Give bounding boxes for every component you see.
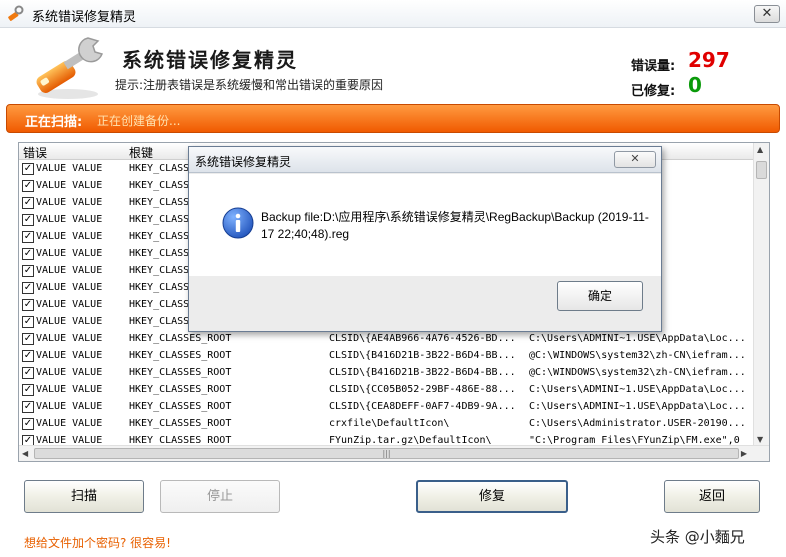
row-checkbox[interactable]: ✓ bbox=[22, 401, 34, 413]
cell-key: CLSID\{AE4AB966-4A76-4526-BD... bbox=[329, 333, 516, 344]
cell-error: VALUE VALUE bbox=[36, 265, 103, 276]
cell-root: HKEY_CLASSES_ROOT bbox=[129, 384, 232, 395]
app-wrench-icon bbox=[8, 5, 24, 21]
cell-error: VALUE VALUE bbox=[36, 299, 103, 310]
cell-value: @C:\WINDOWS\system32\zh-CN\iefram... bbox=[529, 367, 746, 378]
row-checkbox[interactable]: ✓ bbox=[22, 316, 34, 328]
horizontal-scrollbar[interactable]: ◀ ||| ▶ bbox=[19, 445, 769, 461]
row-checkbox[interactable]: ✓ bbox=[22, 197, 34, 209]
vertical-scroll-thumb[interactable] bbox=[756, 161, 767, 179]
cell-value: @C:\WINDOWS\system32\zh-CN\iefram... bbox=[529, 350, 746, 361]
row-checkbox[interactable]: ✓ bbox=[22, 384, 34, 396]
dialog-message: Backup file:D:\应用程序\系统错误修复精灵\RegBackup\B… bbox=[261, 210, 649, 241]
scan-message: 正在创建备份... bbox=[97, 114, 181, 128]
cell-value: C:\Users\ADMINI~1.USE\AppData\Loc... bbox=[529, 333, 746, 344]
cell-root: HKEY_CLASSES_ROOT bbox=[129, 350, 232, 361]
row-checkbox[interactable]: ✓ bbox=[22, 367, 34, 379]
window-title: 系统错误修复精灵 bbox=[32, 10, 137, 25]
row-checkbox[interactable]: ✓ bbox=[22, 333, 34, 345]
fixed-label: 已修复: bbox=[631, 84, 676, 99]
column-header-root[interactable]: 根键 bbox=[129, 144, 153, 161]
cell-key: CLSID\{B416D21B-3B22-B6D4-BB... bbox=[329, 367, 516, 378]
repair-button[interactable]: 修复 bbox=[416, 480, 568, 513]
hint-text: 提示:注册表错误是系统缓慢和常出错误的重要原因 bbox=[115, 78, 384, 92]
window-titlebar: 系统错误修复精灵 ✕ bbox=[0, 0, 786, 28]
back-button[interactable]: 返回 bbox=[664, 480, 760, 513]
cell-error: VALUE VALUE bbox=[36, 248, 103, 259]
window-close-button[interactable]: ✕ bbox=[754, 5, 780, 23]
scan-button[interactable]: 扫描 bbox=[24, 480, 144, 513]
column-header-error[interactable]: 错误 bbox=[23, 144, 47, 161]
wrench-logo-icon bbox=[36, 37, 103, 99]
fixed-count: 0 bbox=[688, 73, 702, 97]
table-row[interactable]: ✓ VALUE VALUE HKEY_CLASSES_ROOT CLSID\{B416… bbox=[19, 348, 754, 365]
scroll-down-icon[interactable]: ▼ bbox=[757, 435, 763, 444]
row-checkbox[interactable]: ✓ bbox=[22, 180, 34, 192]
promo-link[interactable]: 想给文件加个密码? 很容易! bbox=[24, 534, 171, 551]
app-header: 系统错误修复精灵 提示:注册表错误是系统缓慢和常出错误的重要原因 错误量: 29… bbox=[0, 28, 786, 104]
cell-error: VALUE VALUE bbox=[36, 197, 103, 208]
errors-label: 错误量: bbox=[631, 59, 676, 74]
cell-value: C:\Users\ADMINI~1.USE\AppData\Loc... bbox=[529, 401, 746, 412]
cell-root: HKEY_CLASSES_ROOT bbox=[129, 333, 232, 344]
cell-error: VALUE VALUE bbox=[36, 316, 103, 327]
row-checkbox[interactable]: ✓ bbox=[22, 299, 34, 311]
scroll-right-icon[interactable]: ▶ bbox=[741, 449, 747, 458]
horizontal-scroll-thumb[interactable]: ||| bbox=[34, 448, 739, 459]
row-checkbox[interactable]: ✓ bbox=[22, 214, 34, 226]
table-row[interactable]: ✓ VALUE VALUE HKEY_CLASSES_ROOT CLSID\{CEA8… bbox=[19, 399, 754, 416]
cell-error: VALUE VALUE bbox=[36, 367, 103, 378]
dialog-titlebar: 系统错误修复精灵 ✕ bbox=[189, 147, 661, 173]
cell-key: CLSID\{CEA8DEFF-0AF7-4DB9-9A... bbox=[329, 401, 516, 412]
cell-root: HKEY_CLASSES_ROOT bbox=[129, 401, 232, 412]
row-checkbox[interactable]: ✓ bbox=[22, 248, 34, 260]
row-checkbox[interactable]: ✓ bbox=[22, 265, 34, 277]
cell-value: C:\Users\Administrator.USER-20190... bbox=[529, 418, 746, 429]
cell-error: VALUE VALUE bbox=[36, 231, 103, 242]
cell-key: CLSID\{B416D21B-3B22-B6D4-BB... bbox=[329, 350, 516, 361]
table-row[interactable]: ✓ VALUE VALUE HKEY_CLASSES_ROOT CLSID\{CC05… bbox=[19, 382, 754, 399]
dialog-body: Backup file:D:\应用程序\系统错误修复精灵\RegBackup\B… bbox=[189, 174, 661, 276]
cell-key: crxfile\DefaultIcon\ bbox=[329, 418, 450, 429]
cell-key: CLSID\{CC05B052-29BF-486E-88... bbox=[329, 384, 516, 395]
cell-error: VALUE VALUE bbox=[36, 163, 103, 174]
cell-error: VALUE VALUE bbox=[36, 282, 103, 293]
row-checkbox[interactable]: ✓ bbox=[22, 231, 34, 243]
table-row[interactable]: ✓ VALUE VALUE HKEY_CLASSES_ROOT CLSID\{AE4A… bbox=[19, 331, 754, 348]
cell-error: VALUE VALUE bbox=[36, 214, 103, 225]
scroll-left-icon[interactable]: ◀ bbox=[22, 449, 28, 458]
errors-count: 297 bbox=[688, 48, 730, 72]
dialog-title: 系统错误修复精灵 bbox=[195, 155, 292, 169]
table-row[interactable]: ✓ VALUE VALUE HKEY_CLASSES_ROOT crxfile\Def… bbox=[19, 416, 754, 433]
cell-error: VALUE VALUE bbox=[36, 350, 103, 361]
dialog-close-button[interactable]: ✕ bbox=[614, 151, 656, 168]
cell-root: HKEY_CLASSES_ROOT bbox=[129, 367, 232, 378]
stop-button[interactable]: 停止 bbox=[160, 480, 280, 513]
row-checkbox[interactable]: ✓ bbox=[22, 350, 34, 362]
scroll-up-icon[interactable]: ▲ bbox=[757, 145, 763, 154]
cell-error: VALUE VALUE bbox=[36, 180, 103, 191]
scan-status-bar: 正在扫描: 正在创建备份... bbox=[6, 104, 780, 133]
cell-error: VALUE VALUE bbox=[36, 418, 103, 429]
dialog-ok-button[interactable]: 确定 bbox=[557, 281, 643, 311]
watermark-text: 头条 @小麵兄 bbox=[650, 528, 745, 546]
info-icon bbox=[222, 207, 254, 239]
row-checkbox[interactable]: ✓ bbox=[22, 163, 34, 175]
cell-error: VALUE VALUE bbox=[36, 401, 103, 412]
row-checkbox[interactable]: ✓ bbox=[22, 418, 34, 430]
cell-error: VALUE VALUE bbox=[36, 384, 103, 395]
row-checkbox[interactable]: ✓ bbox=[22, 282, 34, 294]
vertical-scrollbar[interactable]: ▲ ▼ bbox=[753, 143, 769, 446]
app-name: 系统错误修复精灵 bbox=[122, 48, 298, 72]
cell-error: VALUE VALUE bbox=[36, 333, 103, 344]
backup-dialog: 系统错误修复精灵 ✕ Backup file:D:\应用程序\系统错误修复精灵\… bbox=[188, 146, 662, 332]
cell-root: HKEY_CLASSES_ROOT bbox=[129, 418, 232, 429]
cell-value: C:\Users\ADMINI~1.USE\AppData\Loc... bbox=[529, 384, 746, 395]
table-row[interactable]: ✓ VALUE VALUE HKEY_CLASSES_ROOT CLSID\{B416… bbox=[19, 365, 754, 382]
scan-label: 正在扫描: bbox=[25, 115, 83, 130]
